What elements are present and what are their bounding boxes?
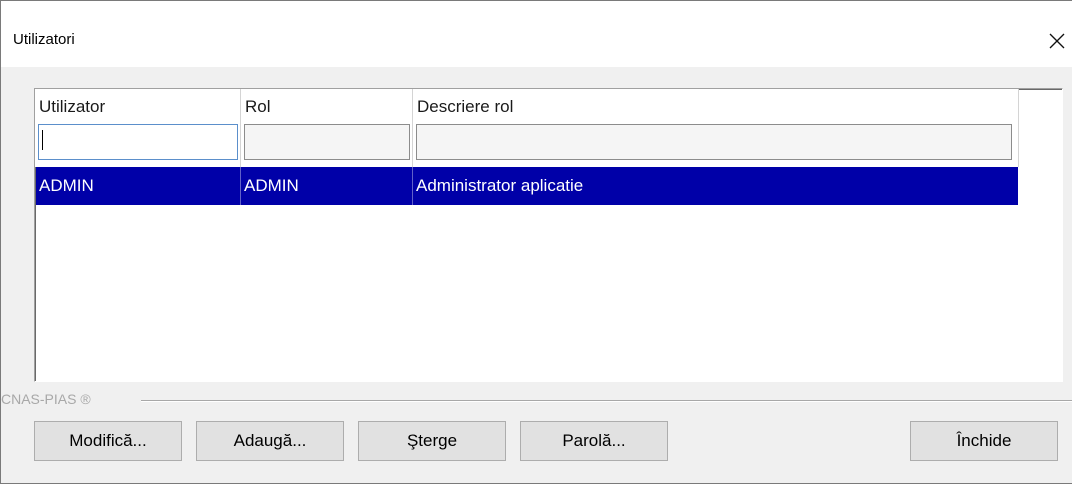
table-row[interactable]: ADMIN ADMIN Administrator aplicatie xyxy=(36,167,1018,205)
group-label: CNAS-PIAS ® xyxy=(1,391,95,407)
cell-rol[interactable]: ADMIN xyxy=(241,167,413,205)
column-label: Utilizator xyxy=(39,97,106,116)
title-bar: Utilizatori xyxy=(1,1,1072,67)
close-icon xyxy=(1049,33,1065,49)
filter-rol-input[interactable] xyxy=(244,124,410,160)
column-header-utilizator[interactable]: Utilizator xyxy=(35,89,241,167)
users-grid[interactable]: Utilizator Rol Descriere rol ADMIN ADMIN… xyxy=(34,88,1063,382)
group-divider xyxy=(141,400,1072,402)
filter-utilizator-input[interactable] xyxy=(38,124,238,160)
dialog-client-area: Utilizator Rol Descriere rol ADMIN ADMIN… xyxy=(1,67,1072,483)
column-label: Rol xyxy=(245,97,271,116)
column-header-rol[interactable]: Rol xyxy=(241,89,413,167)
inchide-button[interactable]: Închide xyxy=(910,421,1058,461)
parola-button[interactable]: Parolă... xyxy=(520,421,668,461)
cell-descriere[interactable]: Administrator aplicatie xyxy=(413,167,1018,205)
cell-utilizator[interactable]: ADMIN xyxy=(36,167,241,205)
modifica-button[interactable]: Modifică... xyxy=(34,421,182,461)
column-label: Descriere rol xyxy=(417,97,514,116)
sterge-button[interactable]: Şterge xyxy=(358,421,506,461)
window-title: Utilizatori xyxy=(13,31,75,48)
filter-descriere-input[interactable] xyxy=(416,124,1012,160)
users-dialog: Utilizatori Utilizator Rol Descriere rol xyxy=(0,0,1072,484)
adauga-button[interactable]: Adaugă... xyxy=(196,421,344,461)
text-caret xyxy=(42,130,43,150)
column-header-descriere[interactable]: Descriere rol xyxy=(413,89,1019,167)
close-button[interactable] xyxy=(1041,21,1072,61)
